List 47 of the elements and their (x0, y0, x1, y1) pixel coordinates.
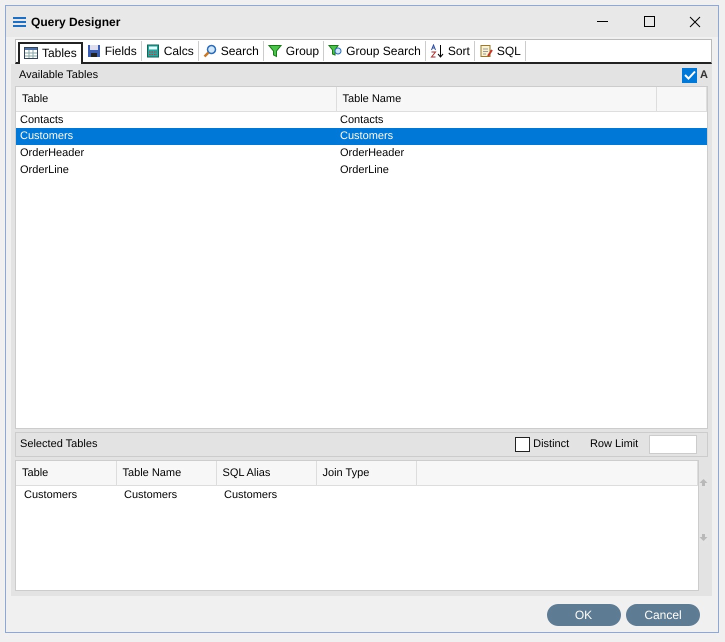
menu-icon[interactable] (13, 16, 26, 26)
column-header[interactable]: Join Type (316, 461, 416, 485)
sort-icon (430, 44, 444, 58)
row-limit-field[interactable] (649, 435, 697, 454)
table-cell: Contacts (20, 114, 64, 126)
tab[interactable]: Fields (82, 41, 142, 61)
table-cell: Customers (24, 489, 78, 501)
section-title: Available Tables (19, 68, 98, 83)
table-cell: Customers (124, 489, 178, 501)
maximize-icon (644, 16, 654, 27)
tab[interactable]: Group Search (324, 41, 426, 61)
tab[interactable]: Tables (18, 42, 83, 64)
funnel-magnifier-icon (328, 44, 342, 58)
close-icon (689, 16, 701, 28)
cancel-button[interactable]: Cancel (626, 604, 700, 626)
tab[interactable]: Calcs (142, 41, 199, 61)
ok-button[interactable]: OK (546, 604, 620, 626)
column-header[interactable]: Table (16, 461, 116, 485)
table-cell: Customers (20, 130, 74, 142)
column-header[interactable]: Table Name (336, 87, 656, 111)
section-title: Selected Tables (20, 437, 98, 452)
table-cell: OrderLine (340, 164, 389, 176)
magnifier-icon (202, 44, 217, 58)
column-header[interactable]: Table (16, 87, 336, 111)
minimize-icon (597, 20, 609, 22)
table-cell: Customers (340, 130, 394, 142)
checkbox[interactable] (515, 437, 530, 452)
table-icon (24, 46, 38, 60)
table-cell: Customers (224, 489, 278, 501)
window-title: Query Designer (31, 14, 120, 30)
table-cell: Contacts (340, 114, 384, 126)
field-label: Row Limit (590, 437, 638, 452)
checkbox[interactable] (682, 68, 698, 82)
table-cell: OrderLine (20, 164, 69, 176)
tab[interactable]: Search (198, 41, 264, 61)
funnel-icon (268, 44, 282, 58)
column-header[interactable]: SQL Alias (216, 461, 316, 485)
tab[interactable]: SQL (474, 41, 526, 61)
checkbox-label: A (700, 68, 708, 83)
notepad-icon (478, 44, 493, 58)
table-cell: OrderHeader (20, 147, 84, 160)
table-cell: OrderHeader (340, 147, 404, 160)
tab[interactable]: Sort (426, 41, 475, 61)
calculator-icon (146, 44, 160, 58)
tab[interactable]: Group (264, 41, 324, 61)
checkbox-label: Distinct (533, 437, 570, 452)
column-header[interactable]: Table Name (116, 461, 216, 485)
